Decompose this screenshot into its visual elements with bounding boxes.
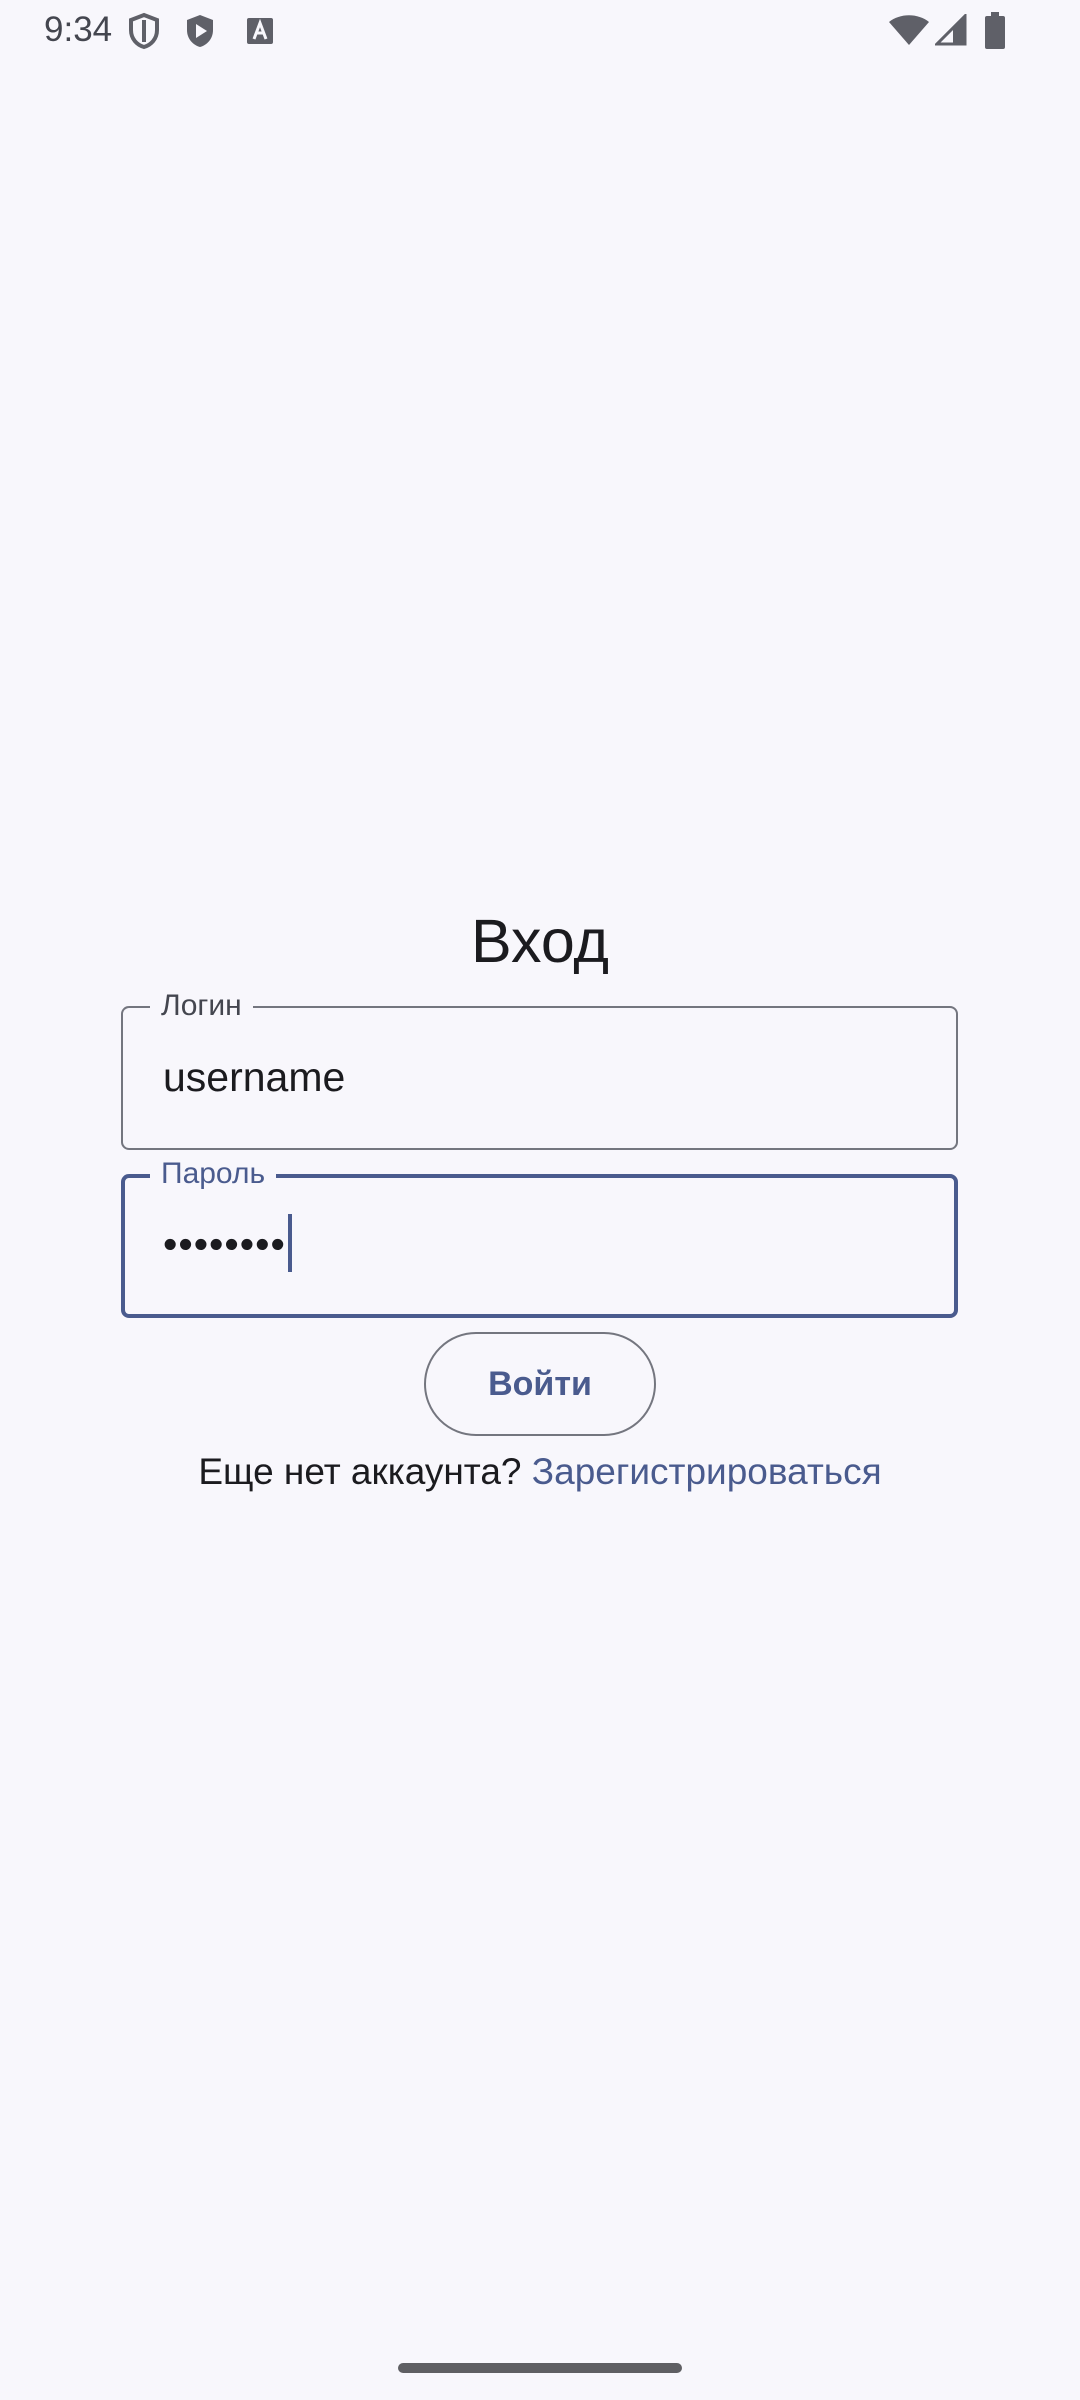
shield-play-icon	[183, 12, 217, 55]
password-field-label: Пароль	[150, 1157, 277, 1191]
signal-icon	[933, 12, 967, 51]
login-field[interactable]: Логин username	[121, 989, 958, 1150]
password-field-value[interactable]: ••••••••	[163, 1214, 292, 1276]
register-link[interactable]: Зарегистрироваться	[532, 1451, 882, 1492]
page-title: Вход	[471, 907, 609, 975]
shield-outline-icon	[127, 12, 161, 55]
gesture-nav-bar[interactable]	[398, 2363, 682, 2373]
password-field[interactable]: Пароль ••••••••	[121, 1157, 958, 1318]
wifi-icon	[888, 14, 930, 51]
translate-a-icon	[245, 16, 275, 51]
login-button[interactable]: Войти	[424, 1332, 656, 1436]
register-prompt: Еще нет аккаунта?	[198, 1451, 532, 1492]
login-field-value[interactable]: username	[163, 1053, 345, 1101]
text-cursor	[287, 1214, 292, 1272]
status-bar: 9:34	[0, 0, 1080, 62]
battery-icon	[984, 12, 1006, 55]
register-row: Еще нет аккаунта? Зарегистрироваться	[0, 1449, 1080, 1495]
status-time: 9:34	[44, 10, 113, 49]
login-field-label: Логин	[150, 989, 253, 1023]
password-field-masked-text: ••••••••	[163, 1220, 286, 1267]
